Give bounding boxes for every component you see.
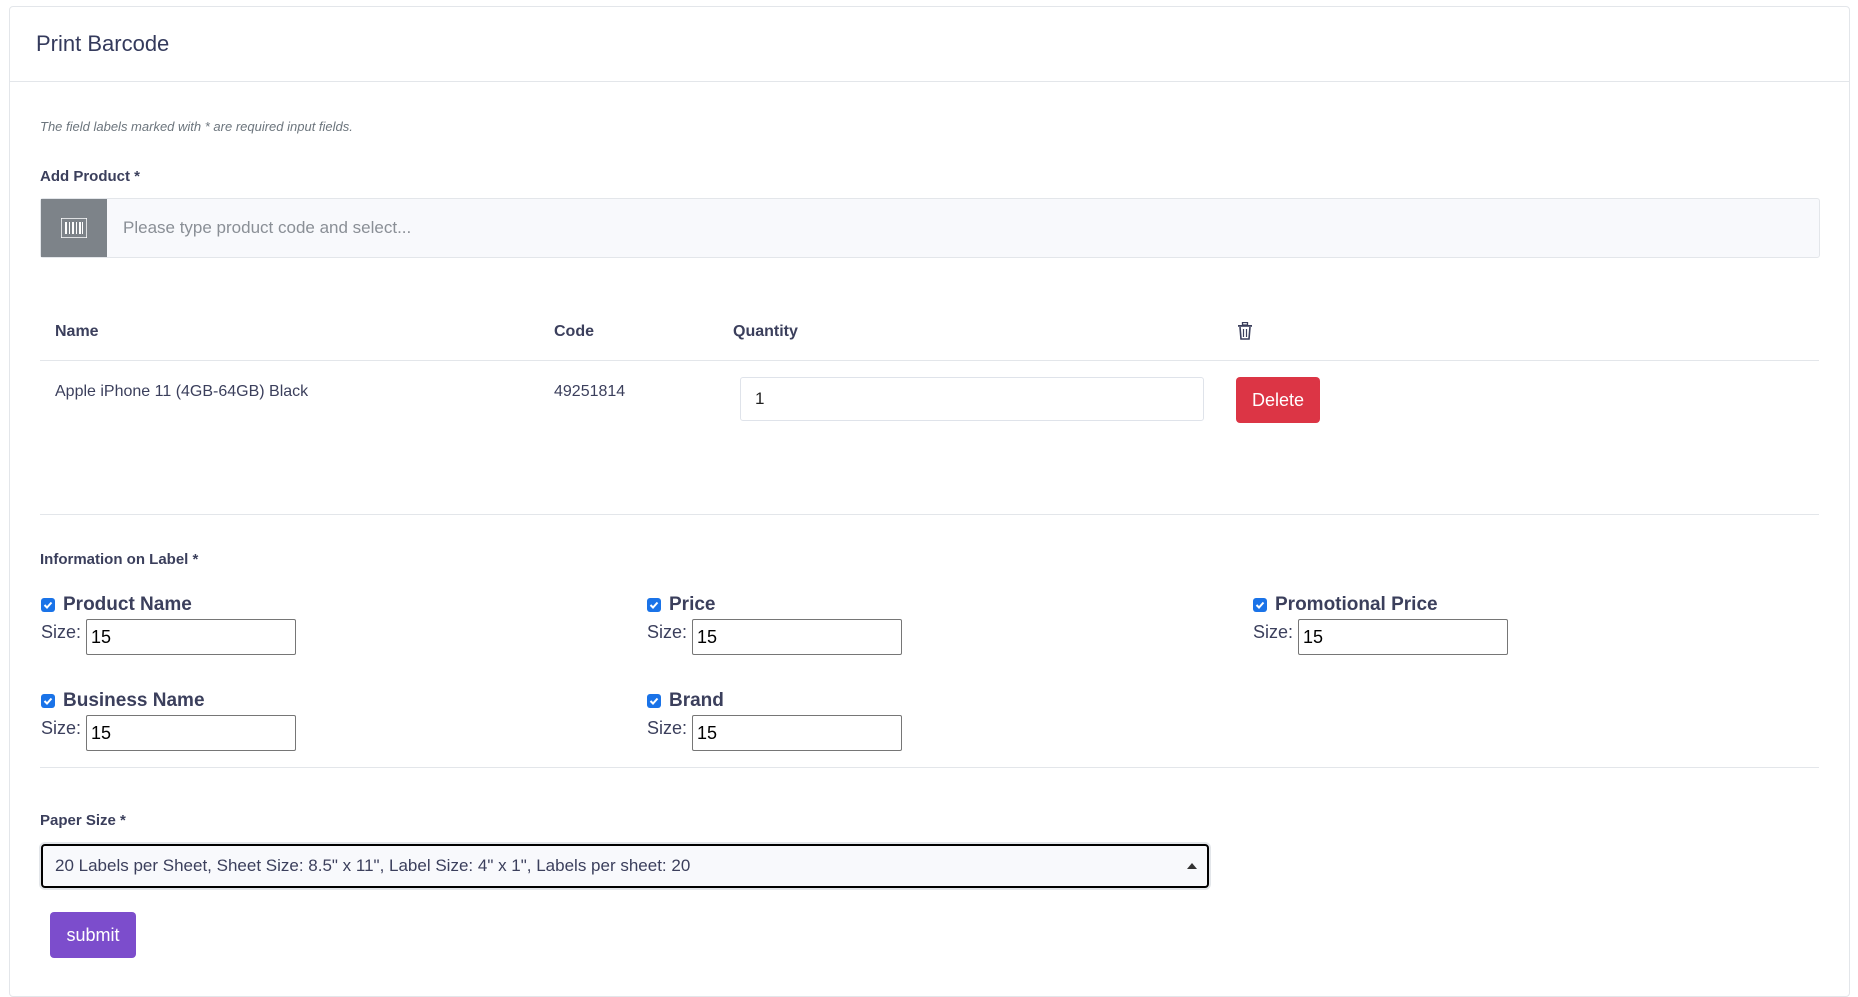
size-label: Size: bbox=[647, 718, 688, 738]
paper-size-label: Paper Size * bbox=[40, 812, 126, 829]
submit-button[interactable]: submit bbox=[50, 912, 136, 958]
business-name-label: Business Name bbox=[63, 690, 205, 711]
table-header: Name Code Quantity bbox=[40, 301, 1819, 361]
brand-label: Brand bbox=[669, 690, 724, 711]
product-search-input[interactable] bbox=[107, 199, 1819, 257]
brand-checkbox[interactable] bbox=[647, 694, 661, 708]
price-size-input[interactable] bbox=[692, 619, 902, 655]
row-product-name: Apple iPhone 11 (4GB-64GB) Black bbox=[55, 383, 309, 400]
business-name-size-input[interactable] bbox=[86, 715, 296, 751]
size-label: Size: bbox=[41, 622, 82, 642]
promotional-price-label: Promotional Price bbox=[1275, 594, 1438, 615]
quantity-input[interactable] bbox=[740, 377, 1204, 421]
size-label: Size: bbox=[1253, 622, 1294, 642]
required-fields-note: The field labels marked with * are requi… bbox=[40, 119, 353, 134]
page-title: Print Barcode bbox=[10, 7, 1849, 82]
column-code: Code bbox=[554, 323, 594, 340]
product-name-size-input[interactable] bbox=[86, 619, 296, 655]
add-product-label: Add Product * bbox=[40, 168, 140, 185]
business-name-checkbox[interactable] bbox=[41, 694, 55, 708]
price-label: Price bbox=[669, 594, 716, 615]
product-search bbox=[40, 198, 1820, 258]
delete-button[interactable]: Delete bbox=[1236, 377, 1320, 423]
divider bbox=[40, 767, 1819, 768]
size-label: Size: bbox=[647, 622, 688, 642]
promotional-price-size-input[interactable] bbox=[1298, 619, 1508, 655]
price-checkbox[interactable] bbox=[647, 598, 661, 612]
promotional-price-checkbox[interactable] bbox=[1253, 598, 1267, 612]
product-name-checkbox[interactable] bbox=[41, 598, 55, 612]
paper-size-selected-value: 20 Labels per Sheet, Sheet Size: 8.5" x … bbox=[55, 856, 691, 875]
column-quantity: Quantity bbox=[733, 323, 798, 340]
paper-size-select[interactable]: 20 Labels per Sheet, Sheet Size: 8.5" x … bbox=[41, 844, 1209, 888]
product-name-label: Product Name bbox=[63, 594, 192, 615]
trash-icon bbox=[1237, 321, 1253, 345]
barcode-icon bbox=[41, 199, 107, 257]
size-label: Size: bbox=[41, 718, 82, 738]
print-barcode-card: Print Barcode The field labels marked wi… bbox=[9, 6, 1850, 997]
divider bbox=[40, 514, 1819, 515]
column-name: Name bbox=[55, 323, 99, 340]
brand-size-input[interactable] bbox=[692, 715, 902, 751]
row-product-code: 49251814 bbox=[554, 383, 626, 400]
caret-up-icon bbox=[1187, 863, 1197, 869]
label-info-title: Information on Label * bbox=[40, 551, 199, 568]
